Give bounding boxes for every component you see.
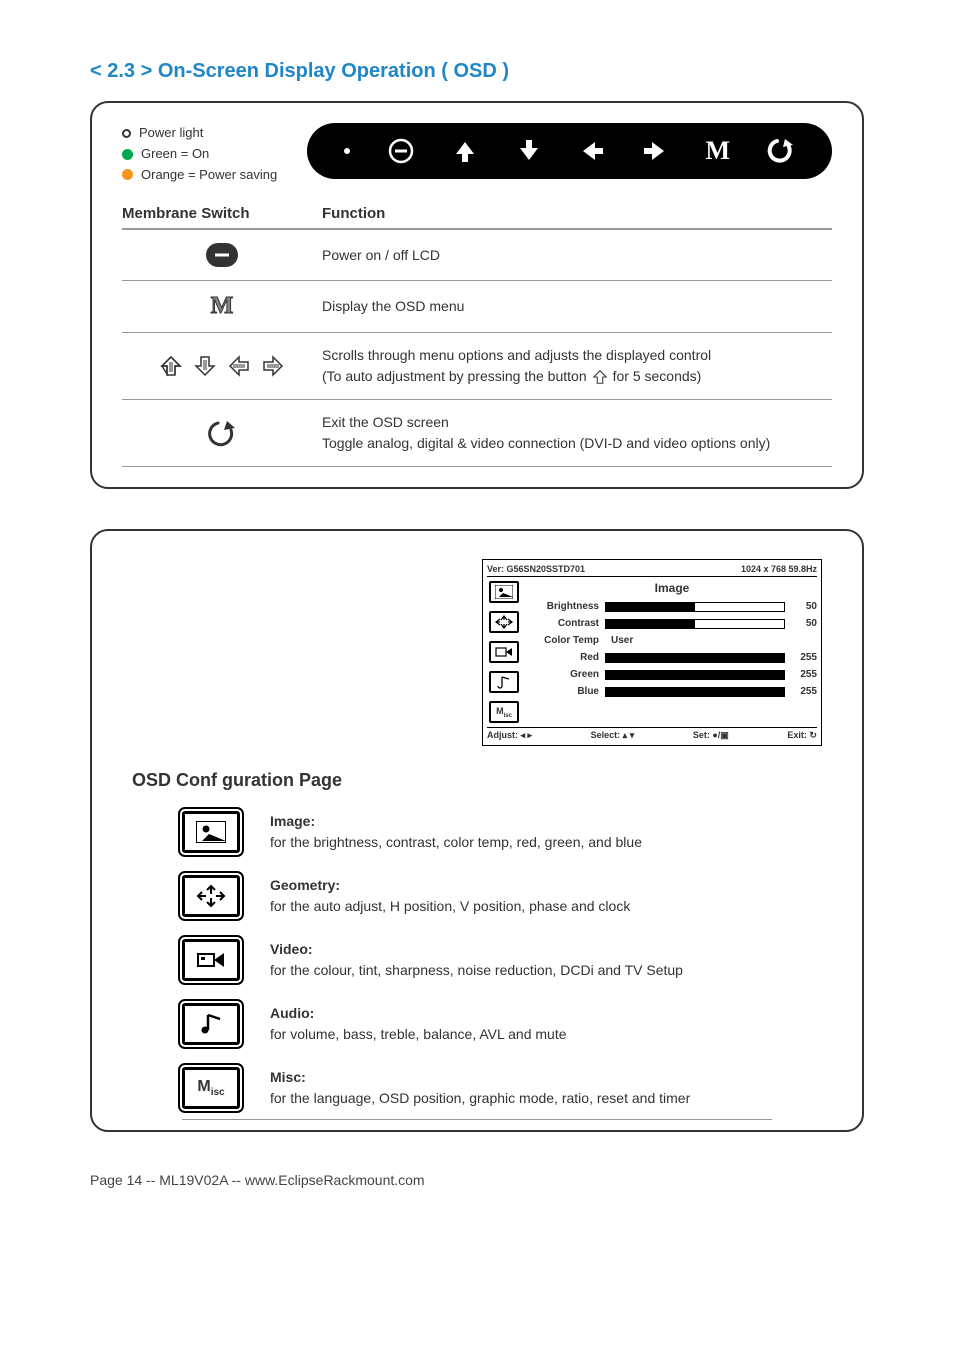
conf-row-misc: Misc Misc: for the language, OSD positio… (122, 1067, 832, 1109)
param-contrast-label: Contrast (527, 618, 599, 629)
down-arrow-icon (516, 138, 542, 164)
membrane-switch-panel: Power light Green = On Orange = Power sa… (90, 101, 864, 489)
conf-audio-desc: for volume, bass, treble, balance, AVL a… (270, 1026, 567, 1042)
param-brightness-val: 50 (791, 601, 817, 612)
exit-icon (767, 137, 795, 165)
left-arrow-icon (579, 138, 605, 164)
conf-video-icon (182, 939, 240, 981)
conf-geometry-desc: for the auto adjust, H position, V posit… (270, 898, 630, 914)
dot-green-icon (122, 149, 133, 160)
osd-footer-select: Select: ▴ ▾ (591, 730, 635, 741)
dot-open-icon (122, 129, 131, 138)
table-row: Exit the OSD screen Toggle analog, digit… (122, 400, 832, 467)
param-red-label: Red (527, 652, 599, 663)
menu-m-icon: M (705, 136, 730, 166)
right-arrow-outline-icon (260, 353, 286, 379)
right-arrow-icon (642, 138, 668, 164)
param-contrast-val: 50 (791, 618, 817, 629)
header-membrane-switch: Membrane Switch (122, 205, 322, 222)
osd-tab-audio-icon (489, 671, 519, 693)
fn-power: Power on / off LCD (322, 245, 832, 266)
up-arrow-outline-icon (158, 353, 184, 379)
conf-video-desc: for the colour, tint, sharpness, noise r… (270, 962, 683, 978)
osd-tab-misc-icon: Misc (489, 701, 519, 723)
fn-menu: Display the OSD menu (322, 296, 832, 317)
param-red-val: 255 (791, 652, 817, 663)
osd-window-graphic: Ver: G56SN20SSTD701 1024 x 768 59.8Hz Mi… (482, 559, 822, 746)
table-row: Power on / off LCD (122, 230, 832, 281)
param-blue-label: Blue (527, 686, 599, 697)
osd-tab-geometry-icon (489, 611, 519, 633)
osd-footer-set: Set: ●/▣ (693, 730, 729, 741)
page-footer: Page 14 -- ML19V02A -- www.EclipseRackmo… (90, 1172, 864, 1188)
param-brightness-label: Brightness (527, 601, 599, 612)
fn-exit-line1: Exit the OSD screen (322, 412, 832, 433)
header-function: Function (322, 205, 832, 222)
up-arrow-inline-icon (591, 368, 609, 386)
up-arrow-icon (452, 138, 478, 164)
dot-orange-icon (122, 169, 133, 180)
table-row: Scrolls through menu options and adjusts… (122, 333, 832, 400)
osd-tab-video-icon (489, 641, 519, 663)
conf-image-title: Image: (270, 813, 315, 829)
conf-title: OSD Conf guration Page (132, 770, 832, 791)
osd-footer-adjust: Adjust: ◂ ▸ (487, 730, 532, 741)
fn-exit-line2: Toggle analog, digital & video connectio… (322, 433, 832, 454)
conf-row-audio: Audio: for volume, bass, treble, balance… (122, 1003, 832, 1045)
osd-tab-image-icon (489, 581, 519, 603)
param-green-val: 255 (791, 669, 817, 680)
menu-m-outline-icon: M (211, 293, 234, 320)
param-green-label: Green (527, 669, 599, 680)
conf-row-video: Video: for the colour, tint, sharpness, … (122, 939, 832, 981)
param-blue-val: 255 (791, 686, 817, 697)
conf-misc-icon: Misc (182, 1067, 240, 1109)
osd-resolution: 1024 x 768 59.8Hz (741, 564, 817, 574)
left-arrow-outline-icon (226, 353, 252, 379)
conf-row-image: Image: for the brightness, contrast, col… (122, 811, 832, 853)
conf-misc-desc: for the language, OSD position, graphic … (270, 1090, 690, 1106)
fn-arrows-line1: Scrolls through menu options and adjusts… (322, 345, 832, 366)
power-button-icon (205, 242, 239, 268)
exit-outline-icon (207, 418, 237, 448)
conf-image-icon (182, 811, 240, 853)
fn-arrows-line2b: for 5 seconds) (613, 366, 702, 387)
table-row: M Display the OSD menu (122, 281, 832, 333)
fn-arrows-line2a: (To auto adjustment by pressing the butt… (322, 366, 587, 387)
conf-geometry-title: Geometry: (270, 877, 340, 893)
conf-audio-icon (182, 1003, 240, 1045)
conf-video-title: Video: (270, 941, 313, 957)
param-colortemp-label: Color Temp (527, 635, 599, 646)
switch-bar-graphic: M (307, 123, 832, 179)
osd-config-panel: Ver: G56SN20SSTD701 1024 x 768 59.8Hz Mi… (90, 529, 864, 1132)
osd-footer-exit: Exit: ↻ (787, 730, 817, 741)
conf-misc-title: Misc: (270, 1069, 306, 1085)
conf-row-geometry: Geometry: for the auto adjust, H positio… (122, 875, 832, 917)
section-heading: < 2.3 > On-Screen Display Operation ( OS… (90, 60, 864, 83)
legend-power-light: Power light (139, 123, 203, 144)
conf-image-desc: for the brightness, contrast, color temp… (270, 834, 642, 850)
legend-orange: Orange = Power saving (141, 165, 277, 186)
down-arrow-outline-icon (192, 353, 218, 379)
conf-geometry-icon (182, 875, 240, 917)
power-icon (387, 137, 415, 165)
osd-version: Ver: G56SN20SSTD701 (487, 564, 585, 574)
conf-audio-title: Audio: (270, 1005, 314, 1021)
legend-green: Green = On (141, 144, 209, 165)
osd-heading: Image (527, 581, 817, 595)
param-colortemp-val: User (605, 635, 785, 646)
